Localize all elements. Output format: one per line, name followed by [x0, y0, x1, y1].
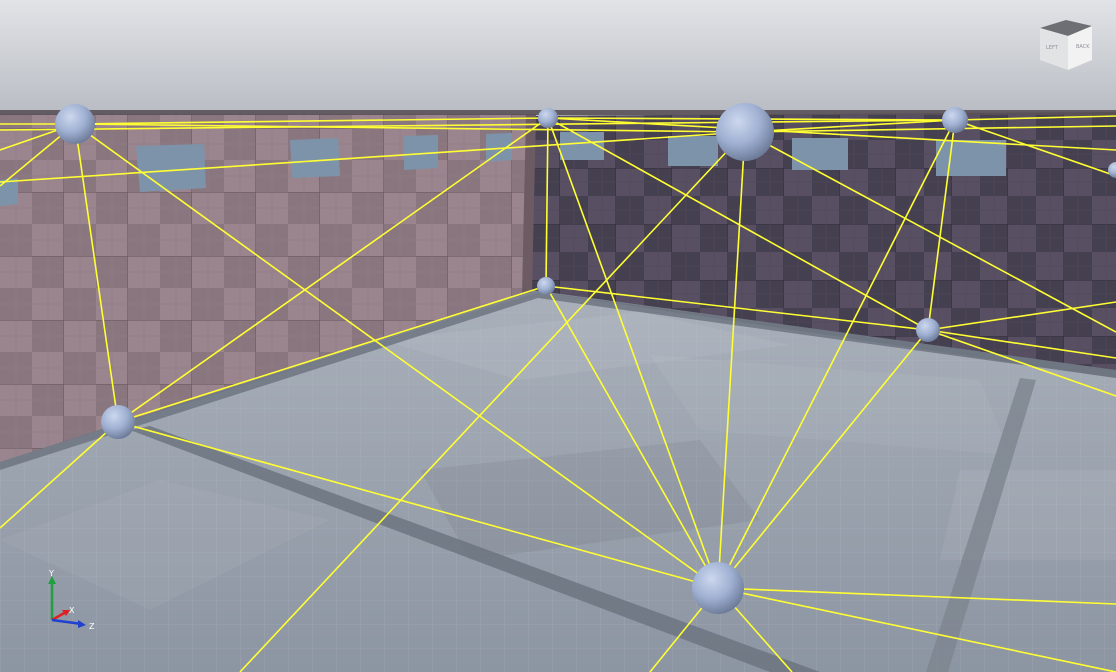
- nav-node[interactable]: [537, 277, 555, 295]
- nav-node[interactable]: [101, 405, 135, 439]
- 3d-viewport[interactable]: LEFT BACK Y X Z: [0, 0, 1116, 672]
- axis-gizmo: Y X Z: [40, 566, 110, 636]
- view-cube-left-label: LEFT: [1046, 45, 1059, 51]
- scene-render[interactable]: [0, 0, 1116, 672]
- view-cube[interactable]: LEFT BACK: [1034, 16, 1096, 76]
- nav-node[interactable]: [916, 318, 940, 342]
- nav-node[interactable]: [538, 108, 558, 128]
- nav-node[interactable]: [942, 107, 968, 133]
- nav-node[interactable]: [692, 562, 744, 614]
- nav-node[interactable]: [716, 103, 774, 161]
- x-axis-line: [51, 610, 67, 622]
- z-axis-label: Z: [89, 622, 95, 631]
- nav-node[interactable]: [55, 104, 95, 144]
- y-axis-label: Y: [48, 569, 54, 578]
- x-axis-label: X: [69, 606, 75, 615]
- z-axis-arrow-icon: [78, 620, 86, 628]
- z-axis-line: [51, 618, 83, 626]
- view-cube-back-label: BACK: [1076, 44, 1090, 50]
